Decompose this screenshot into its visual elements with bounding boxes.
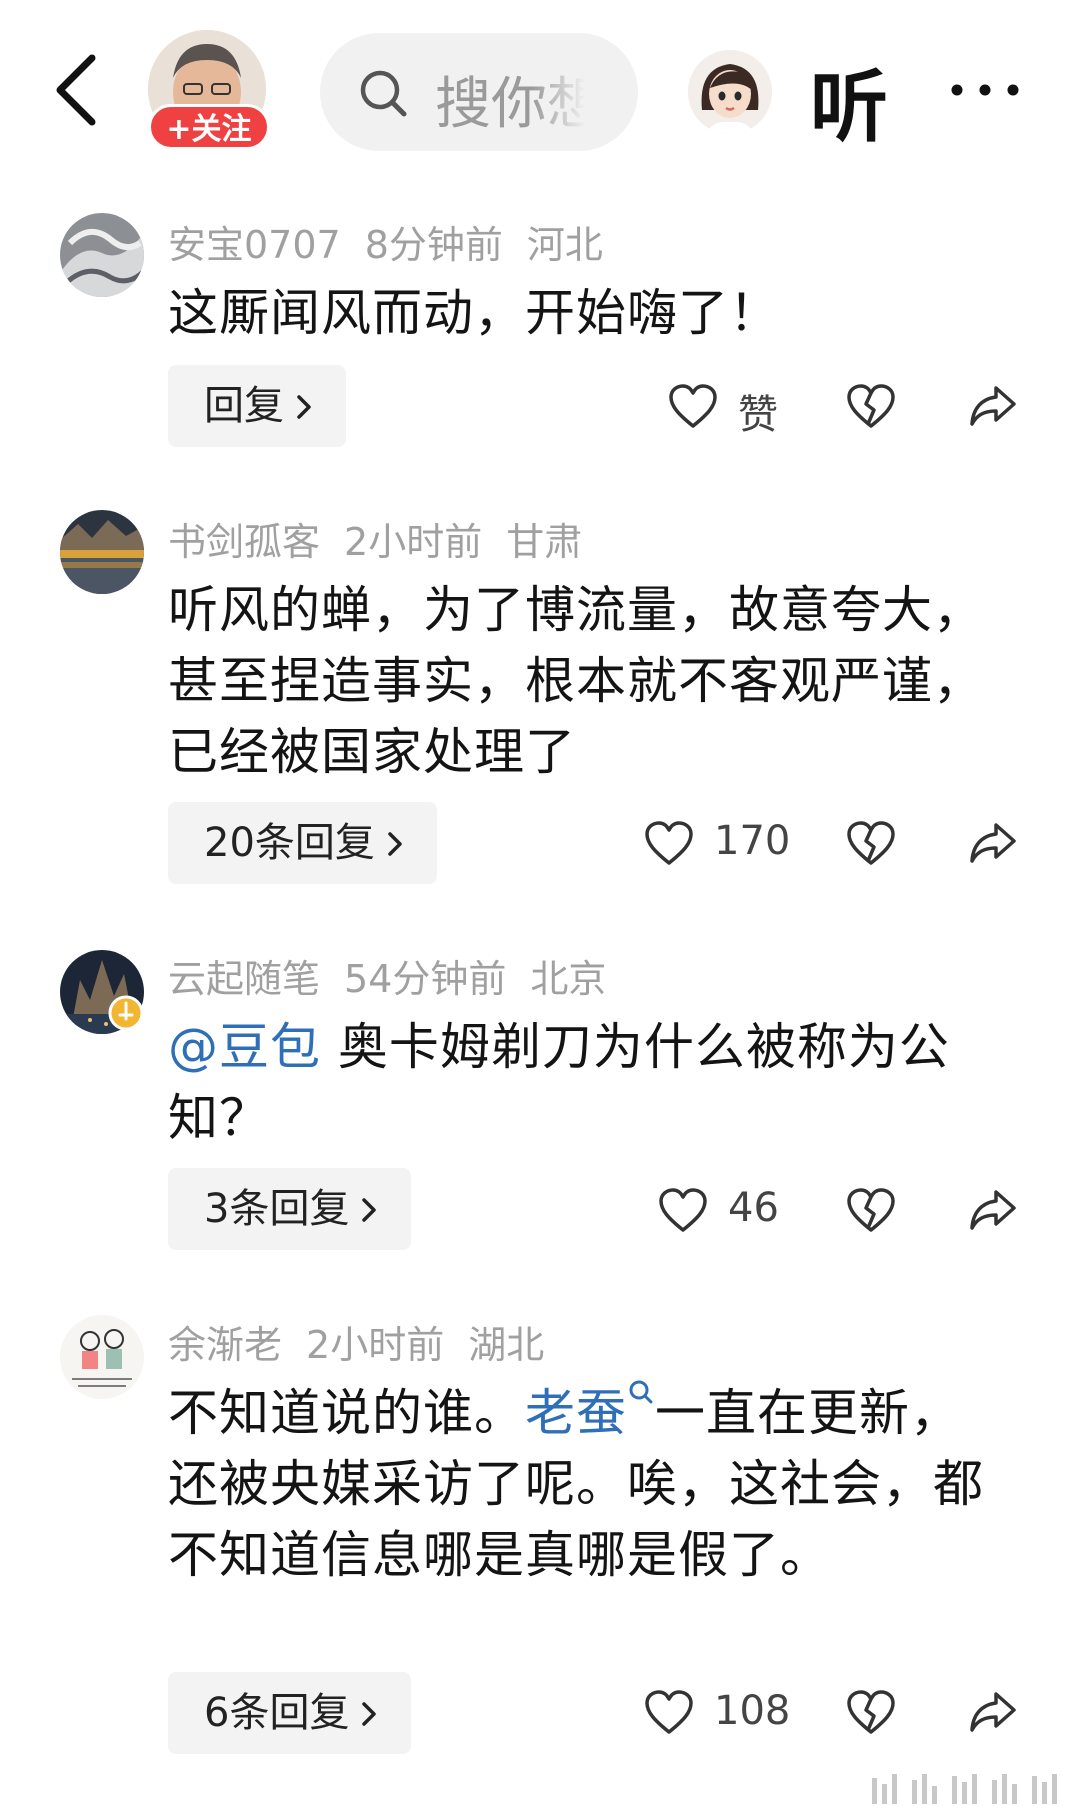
comment-meta: 余渐老 2小时前 湖北	[168, 1314, 568, 1369]
commenter-avatar[interactable]	[60, 510, 144, 594]
reply-label: 回复	[204, 383, 284, 429]
back-arrow-icon	[56, 54, 96, 126]
comment-username[interactable]: 书剑孤客	[168, 520, 320, 564]
topic-link-label: 老蚕	[525, 1384, 627, 1442]
reply-label: 20条回复	[204, 820, 375, 866]
comment-location: 北京	[530, 957, 607, 1001]
heart-icon[interactable]	[658, 1188, 708, 1234]
broken-heart-icon[interactable]	[846, 821, 896, 867]
listen-button[interactable]: 听	[810, 45, 888, 157]
topic-link[interactable]: 老蚕	[525, 1380, 655, 1442]
ai-assistant-avatar[interactable]	[688, 50, 772, 134]
comment-time: 2小时前	[344, 520, 483, 564]
chevron-right-icon	[388, 832, 402, 856]
broken-heart-icon[interactable]	[846, 1188, 896, 1234]
comment-text: 不知道说的谁。老蚕 一直在更新，还被央媒采访了呢。唉，这社会，都不知道信息哪是真哪…	[168, 1378, 988, 1591]
watermark-logo-icon	[872, 1774, 1057, 1804]
search-small-icon	[629, 1380, 653, 1404]
heart-icon[interactable]	[668, 384, 718, 430]
comment-text-before: 不知道说的谁。	[168, 1384, 525, 1442]
reply-button[interactable]: 3条回复	[168, 1168, 412, 1250]
reply-label: 3条回复	[204, 1186, 350, 1232]
reply-label: 6条回复	[204, 1690, 350, 1736]
chevron-right-icon	[362, 1198, 377, 1222]
more-dots-icon	[951, 84, 1019, 96]
like-count: 46	[728, 1185, 779, 1231]
comment-location: 甘肃	[506, 520, 583, 564]
comment-meta: 安宝0707 8分钟前 河北	[168, 214, 627, 269]
share-arrow-icon[interactable]	[968, 821, 1018, 867]
reply-button[interactable]: 回复	[168, 365, 346, 447]
chevron-right-icon	[297, 395, 311, 419]
autumn-lake-avatar-icon	[60, 510, 144, 594]
comment-meta: 云起随笔 54分钟前 北京	[168, 948, 630, 1003]
verified-badge-icon	[108, 995, 144, 1031]
share-arrow-icon[interactable]	[968, 1188, 1018, 1234]
comment-location: 湖北	[468, 1323, 545, 1367]
search-icon	[360, 70, 407, 117]
comment-text: 这厮闻风而动，开始嗨了！	[168, 284, 780, 342]
more-button[interactable]	[945, 70, 1025, 110]
cartoon-sketch-avatar-icon	[60, 1315, 144, 1399]
reply-button[interactable]: 20条回复	[168, 802, 437, 884]
commenter-avatar[interactable]	[60, 213, 144, 297]
share-arrow-icon[interactable]	[968, 1690, 1018, 1736]
comment-username[interactable]: 余渐老	[168, 1323, 282, 1367]
landscape-avatar-icon	[60, 213, 144, 297]
broken-heart-icon[interactable]	[846, 1690, 896, 1736]
like-count: 170	[714, 818, 791, 864]
like-count: 赞	[738, 392, 778, 438]
heart-icon[interactable]	[644, 1690, 694, 1736]
mention-link[interactable]: @豆包	[168, 1018, 321, 1076]
comment-time: 8分钟前	[364, 223, 503, 267]
search-placeholder: 搜你想	[435, 72, 585, 137]
heart-icon[interactable]	[644, 821, 694, 867]
like-count: 108	[714, 1688, 791, 1734]
comment-username[interactable]: 云起随笔	[168, 957, 320, 1001]
commenter-avatar[interactable]	[60, 1315, 144, 1399]
comment-meta: 书剑孤客 2小时前 甘肃	[168, 511, 606, 566]
search-box[interactable]: 搜你想	[320, 33, 638, 151]
comment-time: 2小时前	[306, 1323, 445, 1367]
chevron-right-icon	[362, 1702, 377, 1726]
assistant-girl-icon	[688, 50, 772, 134]
top-bar: +关注 搜你想 听	[0, 0, 1080, 175]
comment-time: 54分钟前	[344, 957, 507, 1001]
follow-button[interactable]: +关注	[148, 104, 270, 150]
share-arrow-icon[interactable]	[968, 384, 1018, 430]
comment-username[interactable]: 安宝0707	[168, 223, 341, 267]
comment-text: @豆包 奥卡姆剃刀为什么被称为公知？	[168, 1012, 988, 1154]
broken-heart-icon[interactable]	[846, 384, 896, 430]
comment-text: 听风的蝉，为了博流量，故意夸大，甚至捏造事实，根本就不客观严谨，已经被国家处理了	[168, 581, 984, 781]
back-button[interactable]	[50, 52, 110, 128]
reply-button[interactable]: 6条回复	[168, 1672, 412, 1754]
comment-location: 河北	[526, 223, 603, 267]
